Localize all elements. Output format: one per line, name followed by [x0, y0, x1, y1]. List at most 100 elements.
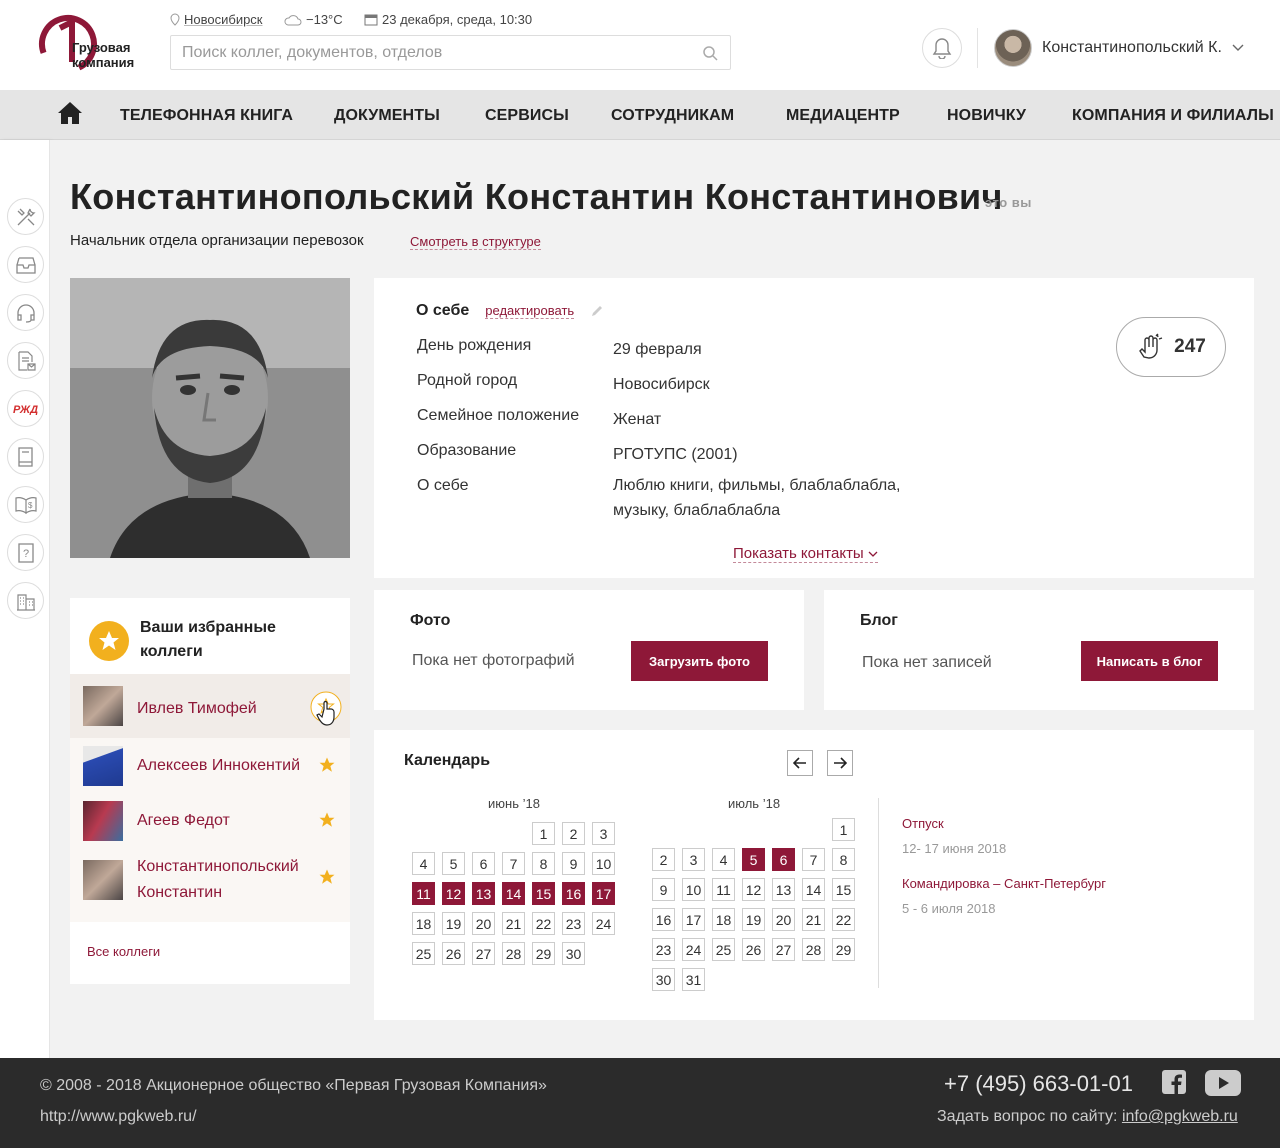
calendar-day[interactable]: 17 [682, 908, 705, 931]
calendar-day[interactable]: 20 [772, 908, 795, 931]
calendar-day[interactable]: 31 [682, 968, 705, 991]
upload-photo-button[interactable]: Загрузить фото [631, 641, 768, 681]
help-book-icon[interactable]: ? [7, 534, 44, 571]
calendar-day[interactable]: 29 [532, 942, 555, 965]
city-selector[interactable]: Новосибирск [170, 12, 263, 27]
calendar-day[interactable]: 13 [472, 882, 495, 905]
event-item[interactable]: Отпуск 12- 17 июня 2018 [902, 816, 1006, 856]
write-blog-button[interactable]: Написать в блог [1081, 641, 1218, 681]
nav-services[interactable]: СЕРВИСЫ [485, 107, 569, 125]
calendar-day[interactable]: 27 [472, 942, 495, 965]
calendar-day[interactable]: 18 [712, 908, 735, 931]
calendar-day[interactable]: 22 [832, 908, 855, 931]
search-icon[interactable] [702, 45, 718, 61]
book-money-icon[interactable]: $ [7, 486, 44, 523]
tools-icon[interactable] [7, 198, 44, 235]
event-item[interactable]: Командировка – Санкт-Петербург 5 - 6 июл… [902, 876, 1106, 916]
prev-month-button[interactable] [787, 750, 813, 776]
calendar-day[interactable]: 6 [472, 852, 495, 875]
calendar-day[interactable]: 11 [712, 878, 735, 901]
calendar-day[interactable]: 24 [592, 912, 615, 935]
list-item[interactable]: Алексеев Иннокентий [70, 738, 350, 794]
calendar-day[interactable]: 28 [802, 938, 825, 961]
calendar-day[interactable]: 20 [472, 912, 495, 935]
structure-link[interactable]: Смотреть в структуре [410, 234, 541, 250]
calendar-day[interactable]: 4 [412, 852, 435, 875]
calendar-day[interactable]: 17 [592, 882, 615, 905]
calendar-day[interactable]: 23 [562, 912, 585, 935]
event-name[interactable]: Командировка – Санкт-Петербург [902, 876, 1106, 891]
event-name[interactable]: Отпуск [902, 816, 1006, 831]
calendar-day[interactable]: 2 [652, 848, 675, 871]
nav-documents[interactable]: ДОКУМЕНТЫ [334, 107, 440, 125]
all-colleagues-link[interactable]: Все коллеги [87, 944, 160, 959]
star-icon[interactable] [318, 756, 336, 774]
calendar-day[interactable]: 16 [652, 908, 675, 931]
calendar-day[interactable]: 21 [802, 908, 825, 931]
facebook-icon[interactable] [1162, 1070, 1186, 1094]
phone[interactable]: +7 (495) 663-01-01 [944, 1071, 1133, 1097]
favorite-name[interactable]: Ивлев Тимофей [137, 696, 257, 722]
calendar-day[interactable]: 18 [412, 912, 435, 935]
nav-mediacenter[interactable]: МЕДИАЦЕНТР [786, 107, 900, 125]
star-icon[interactable] [318, 811, 336, 829]
star-outline-icon[interactable] [310, 691, 344, 731]
calendar-day[interactable]: 12 [442, 882, 465, 905]
next-month-button[interactable] [827, 750, 853, 776]
calendar-day[interactable]: 19 [442, 912, 465, 935]
calendar-day[interactable]: 7 [502, 852, 525, 875]
calendar-day[interactable]: 1 [832, 818, 855, 841]
calendar-day[interactable]: 7 [802, 848, 825, 871]
calendar-day[interactable]: 10 [592, 852, 615, 875]
calendar-day[interactable]: 11 [412, 882, 435, 905]
calendar-day[interactable]: 5 [742, 848, 765, 871]
calendar-day[interactable]: 13 [772, 878, 795, 901]
nav-company[interactable]: КОМПАНИЯ И ФИЛИАЛЫ [1072, 107, 1274, 125]
youtube-icon[interactable] [1205, 1070, 1241, 1096]
calendar-day[interactable]: 15 [532, 882, 555, 905]
calendar-day[interactable]: 30 [652, 968, 675, 991]
star-icon[interactable] [318, 868, 336, 886]
calendar-day[interactable]: 9 [652, 878, 675, 901]
company-logo[interactable]: Грузовая компания [38, 14, 148, 74]
calendar-day[interactable]: 8 [532, 852, 555, 875]
list-item[interactable]: Агеев Федот [70, 794, 350, 850]
calendar-day[interactable]: 26 [442, 942, 465, 965]
favorite-name[interactable]: Агеев Федот [137, 808, 230, 834]
applause-button[interactable]: 247 [1116, 317, 1226, 377]
building-icon[interactable] [7, 582, 44, 619]
calendar-day[interactable]: 22 [532, 912, 555, 935]
pencil-icon[interactable] [590, 304, 604, 318]
rzd-icon[interactable]: РЖД [7, 390, 44, 427]
inbox-icon[interactable] [7, 246, 44, 283]
calendar-day[interactable]: 30 [562, 942, 585, 965]
search-input[interactable] [171, 36, 730, 69]
user-menu[interactable]: Константинопольский К. [994, 28, 1244, 68]
calendar-day[interactable]: 12 [742, 878, 765, 901]
calendar-day[interactable]: 2 [562, 822, 585, 845]
calendar-day[interactable]: 16 [562, 882, 585, 905]
calendar-day[interactable]: 9 [562, 852, 585, 875]
show-contacts-link[interactable]: Показать контакты [733, 545, 878, 563]
list-item[interactable]: Ивлев Тимофей [70, 674, 350, 738]
calendar-day[interactable]: 28 [502, 942, 525, 965]
calendar-day[interactable]: 1 [532, 822, 555, 845]
calendar-day[interactable]: 23 [652, 938, 675, 961]
calendar-day[interactable]: 10 [682, 878, 705, 901]
favorite-name[interactable]: Константинопольский Константин [137, 854, 312, 906]
calendar-day[interactable]: 14 [802, 878, 825, 901]
calendar-day[interactable]: 19 [742, 908, 765, 931]
calendar-day[interactable]: 3 [592, 822, 615, 845]
calendar-day[interactable]: 6 [772, 848, 795, 871]
calendar-day[interactable]: 4 [712, 848, 735, 871]
book-icon[interactable] [7, 438, 44, 475]
calendar-day[interactable]: 25 [412, 942, 435, 965]
calendar-day[interactable]: 24 [682, 938, 705, 961]
nav-employees[interactable]: СОТРУДНИКАМ [611, 107, 734, 125]
nav-newcomer[interactable]: НОВИЧКУ [947, 107, 1026, 125]
list-item[interactable]: Константинопольский Константин [70, 850, 350, 922]
headset-icon[interactable] [7, 294, 44, 331]
calendar-day[interactable]: 8 [832, 848, 855, 871]
notifications-button[interactable] [922, 28, 962, 68]
document-mail-icon[interactable] [7, 342, 44, 379]
